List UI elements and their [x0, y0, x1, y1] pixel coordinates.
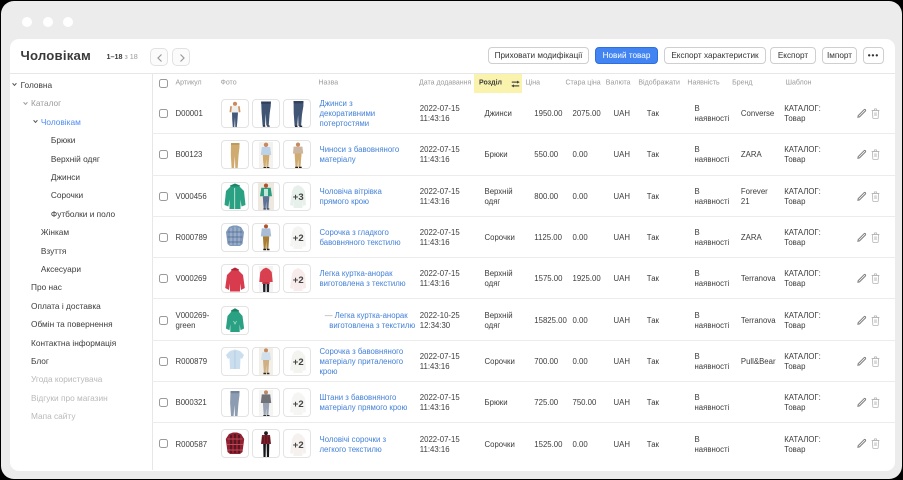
svg-text:+2: +2 [292, 234, 303, 245]
svg-text:+2: +2 [292, 357, 303, 368]
svg-text:+2: +2 [292, 275, 303, 286]
svg-text:+2: +2 [292, 399, 303, 410]
svg-text:+2: +2 [292, 440, 303, 451]
svg-text:+3: +3 [292, 192, 303, 203]
